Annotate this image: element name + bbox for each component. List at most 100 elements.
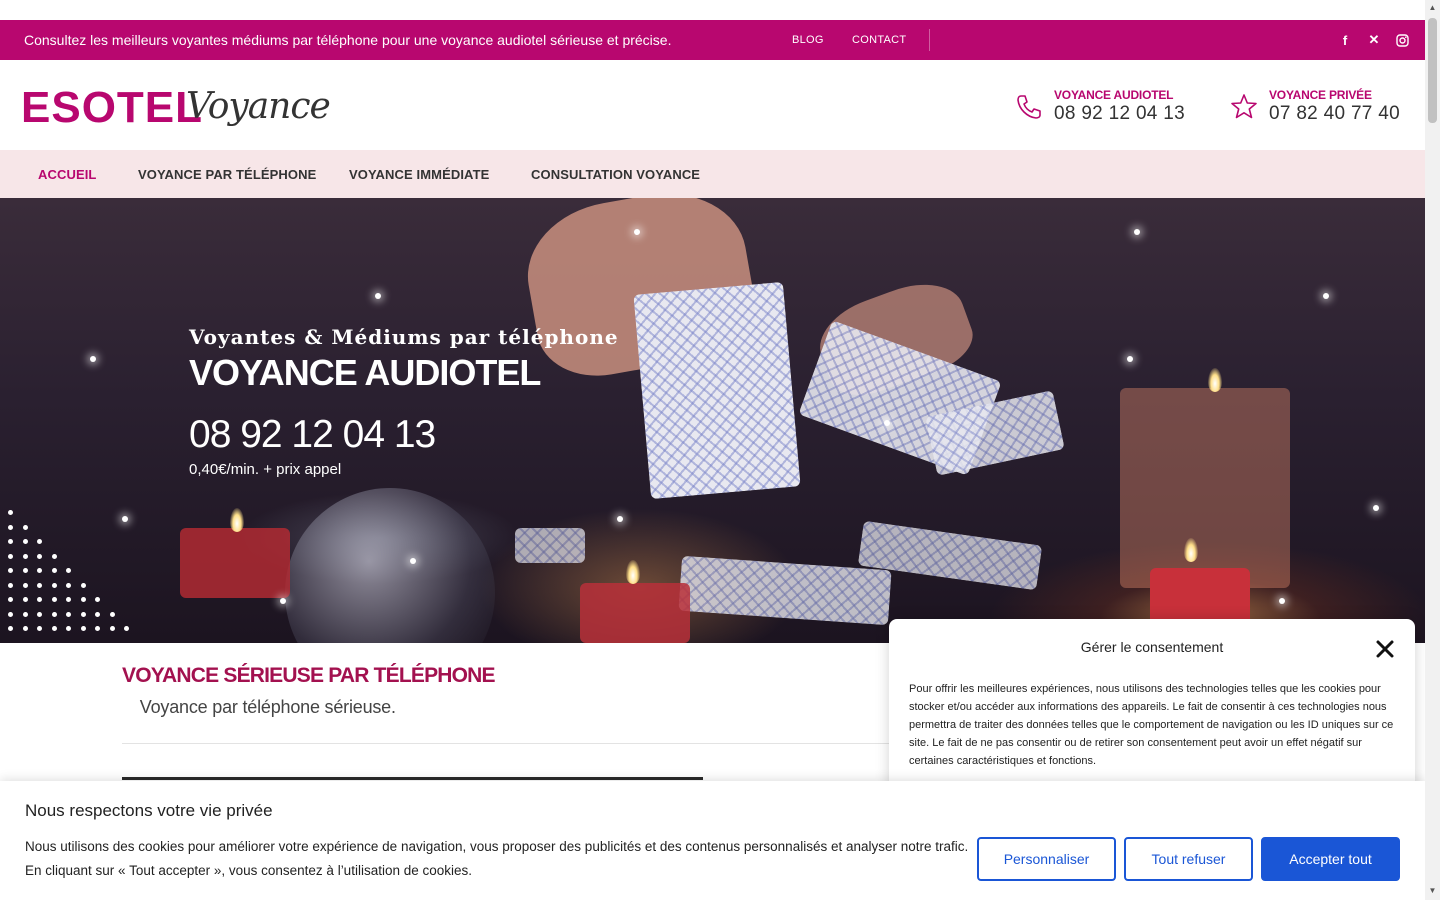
nav-item-accueil[interactable]: ACCUEIL (38, 167, 96, 182)
contact-link[interactable]: CONTACT (852, 34, 906, 46)
dot (51, 626, 57, 631)
cookie-title: Nous respectons votre vie privée (25, 801, 273, 820)
dot (66, 597, 71, 602)
nav-item-consultation[interactable]: CONSULTATION VOYANCE (531, 167, 700, 182)
dot (8, 568, 13, 573)
sparkle (617, 516, 623, 522)
page-scrollbar[interactable]: ▲ ▼ (1425, 0, 1440, 900)
dot (8, 553, 13, 559)
scroll-down-icon[interactable]: ▼ (1428, 886, 1437, 895)
audiotel-label: VOYANCE AUDIOTEL (1054, 88, 1174, 102)
dot (95, 626, 100, 631)
dot (66, 626, 71, 631)
dot (80, 611, 86, 617)
instagram-icon[interactable] (1394, 32, 1410, 48)
accept-all-button[interactable]: Accepter tout (1261, 837, 1400, 881)
dot (8, 510, 13, 515)
top-divider (929, 29, 930, 51)
dot (51, 568, 57, 573)
blog-link[interactable]: BLOG (792, 34, 824, 46)
dot (66, 568, 71, 573)
tarot-card-image (515, 528, 585, 563)
sparkle (1134, 229, 1140, 235)
dot (22, 582, 28, 588)
section-subtitle: Voyance par téléphone sérieuse. (122, 697, 396, 717)
candle-image (180, 528, 290, 598)
sparkle (1323, 293, 1329, 299)
divider-dark (122, 777, 703, 780)
star-icon (1231, 94, 1257, 119)
dot (109, 611, 115, 617)
dot (95, 597, 100, 602)
x-twitter-icon[interactable]: ✕ (1366, 32, 1382, 48)
consent-body: Pour offrir les meilleures expériences, … (909, 683, 1394, 767)
cookie-banner: Nous respectons votre vie privée Nous ut… (0, 781, 1425, 900)
dot (37, 553, 42, 559)
dot (22, 568, 28, 573)
section-title: VOYANCE SÉRIEUSE PAR TÉLÉPHONE (122, 664, 496, 687)
site-header: ESOTEL Voyance VOYANCE AUDIOTEL 08 92 12… (0, 60, 1425, 150)
sparkle (90, 356, 96, 362)
private-number[interactable]: 07 82 40 77 40 (1269, 103, 1400, 125)
flame-image (1208, 368, 1222, 392)
dot (22, 626, 28, 631)
dot (22, 597, 28, 602)
tarot-card-image (678, 555, 892, 626)
dot (37, 626, 42, 631)
hero-phone-number[interactable]: 08 92 12 04 13 (189, 413, 436, 457)
dot (8, 611, 13, 617)
nav-item-voyance-immediate[interactable]: VOYANCE IMMÉDIATE (349, 167, 489, 182)
consent-modal: Gérer le consentement Pour offrir les me… (889, 619, 1415, 794)
crystal-ball-image (285, 488, 495, 643)
top-spacer (0, 0, 1425, 20)
logo-script[interactable]: Voyance (186, 85, 331, 129)
dot (22, 611, 28, 617)
dot (8, 597, 13, 602)
dot (80, 582, 86, 588)
sparkle (1279, 598, 1285, 604)
sparkle (1373, 505, 1379, 511)
flame-image (230, 508, 244, 532)
top-bar: Consultez les meilleurs voyantes médiums… (0, 20, 1425, 60)
dot (22, 539, 28, 544)
tarot-card-image (633, 281, 801, 500)
scroll-up-icon[interactable]: ▲ (1428, 3, 1437, 12)
close-icon[interactable] (1374, 638, 1396, 660)
sparkle (280, 598, 286, 604)
dot (51, 582, 57, 588)
decorative-dots (0, 510, 140, 640)
dot (51, 597, 57, 602)
dot (124, 626, 129, 631)
reject-all-button[interactable]: Tout refuser (1124, 837, 1253, 881)
dot (37, 582, 42, 588)
dot (80, 597, 86, 602)
candle-image (1120, 388, 1290, 588)
facebook-icon[interactable]: f (1337, 32, 1353, 48)
candle-image (580, 583, 690, 643)
dot (109, 626, 115, 631)
audiotel-number[interactable]: 08 92 12 04 13 (1054, 103, 1185, 125)
hero-price: 0,40€/min. + prix appel (189, 461, 342, 478)
main-nav: ACCUEIL VOYANCE PAR TÉLÉPHONE VOYANCE IM… (0, 150, 1425, 198)
customize-button[interactable]: Personnaliser (977, 837, 1116, 881)
cookie-text: Nous utilisons des cookies pour améliore… (25, 839, 969, 878)
hero-subtitle: Voyantes & Médiums par téléphone (189, 325, 619, 349)
scrollbar-thumb[interactable] (1428, 18, 1437, 123)
dot (66, 611, 71, 617)
dot (37, 597, 42, 602)
sparkle (634, 229, 640, 235)
dot (22, 524, 28, 530)
dot (22, 553, 28, 559)
dot (66, 582, 71, 588)
dot (8, 539, 13, 544)
flame-image (626, 560, 640, 584)
logo-wordmark[interactable]: ESOTEL (21, 84, 203, 132)
dot (8, 582, 13, 588)
divider (122, 743, 902, 744)
flame-image (1184, 538, 1198, 562)
dot (51, 611, 57, 617)
dot (8, 524, 13, 530)
dot (37, 568, 42, 573)
nav-item-voyance-telephone[interactable]: VOYANCE PAR TÉLÉPHONE (138, 167, 316, 182)
consent-title: Gérer le consentement (1080, 639, 1224, 655)
